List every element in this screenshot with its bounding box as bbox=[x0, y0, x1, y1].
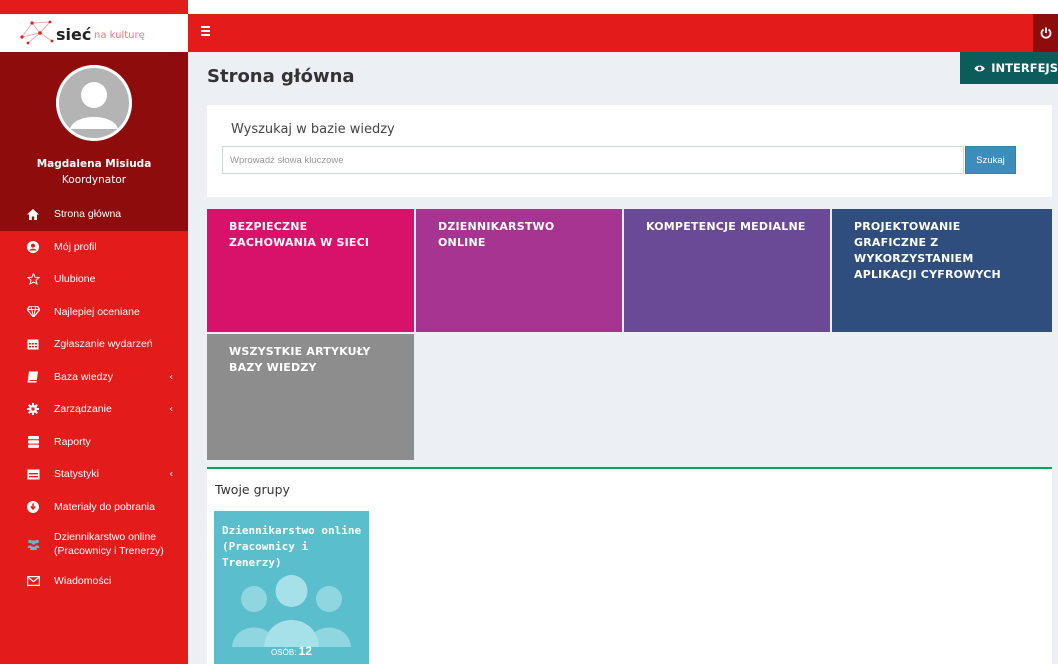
sidebar-item-label: Zarządzanie bbox=[54, 403, 112, 416]
group-users-icon bbox=[232, 575, 351, 647]
sidebar-item-label: Dziennikarstwo online (Pracownicy i Tren… bbox=[54, 530, 164, 558]
avatar[interactable] bbox=[56, 65, 132, 141]
star-icon bbox=[25, 271, 41, 287]
hamburger-icon[interactable] bbox=[201, 26, 211, 38]
sidebar-item-label-line2: (Pracownicy i Trenerzy) bbox=[54, 545, 164, 557]
search-panel: Wyszukaj w bazie wiedzy Szukaj bbox=[207, 105, 1052, 197]
database-icon bbox=[25, 434, 41, 450]
power-icon bbox=[1040, 27, 1051, 39]
eye-icon bbox=[974, 65, 985, 71]
tile-safe-behavior[interactable]: BEZPIECZNE ZACHOWANIA W SIECI bbox=[207, 209, 414, 332]
gear-icon bbox=[25, 401, 41, 417]
search-button[interactable]: Szukaj bbox=[965, 146, 1016, 174]
tile-media-competences[interactable]: KOMPETENCJE MEDIALNE bbox=[624, 209, 830, 332]
sidebar-item-label: Raporty bbox=[54, 435, 91, 448]
sidebar-item-label: Statystyki bbox=[54, 468, 99, 481]
logo-text: sieć bbox=[56, 25, 92, 44]
book-icon bbox=[25, 369, 41, 385]
sidebar-item-downloads[interactable]: Materiały do pobrania bbox=[0, 491, 188, 524]
user-avatar-icon bbox=[56, 65, 132, 141]
diamond-icon bbox=[25, 304, 41, 320]
users-icon bbox=[25, 536, 41, 552]
tile-online-journalism[interactable]: DZIENNIKARSTWO ONLINE bbox=[416, 209, 622, 332]
sidebar-item-messages[interactable]: Wiadomości bbox=[0, 565, 188, 598]
tile-graphic-design[interactable]: PROJEKTOWANIE GRAFICZNE Z WYKORZYSTANIEM… bbox=[832, 209, 1052, 332]
table-icon bbox=[25, 466, 41, 482]
sidebar-item-reports[interactable]: Raporty bbox=[0, 426, 188, 459]
main-content: Strona główna INTERFEJS Wyszukaj w bazie… bbox=[188, 52, 1058, 664]
group-name: Dziennikarstwo online (Pracownicy i Tren… bbox=[222, 524, 362, 569]
sidebar-item-label: Najlepiej oceniane bbox=[54, 305, 140, 318]
sidebar-item-label: Ulubione bbox=[54, 273, 96, 286]
search-label: Wyszukaj w bazie wiedzy bbox=[231, 122, 395, 137]
calendar-icon bbox=[25, 336, 41, 352]
sidebar-item-profile[interactable]: Mój profil bbox=[0, 231, 188, 264]
sidebar-item-events[interactable]: Zgłaszanie wydarzeń bbox=[0, 328, 188, 361]
user-name: Magdalena Misiuda bbox=[36, 158, 152, 170]
sidebar-nav: Strona główna Mój profil Ulubione Najlep… bbox=[0, 198, 188, 598]
sidebar-item-statistics[interactable]: Statystyki ‹ bbox=[0, 458, 188, 491]
home-icon bbox=[25, 206, 41, 222]
sidebar-item-knowledge-base[interactable]: Baza wiedzy ‹ bbox=[0, 361, 188, 394]
user-circle-icon bbox=[25, 239, 41, 255]
groups-title: Twoje grupy bbox=[215, 482, 290, 497]
sidebar-item-label: Mój profil bbox=[54, 240, 97, 253]
interface-button-label: INTERFEJS bbox=[991, 61, 1058, 75]
sidebar-item-label-line1: Dziennikarstwo online bbox=[54, 531, 157, 543]
logo-subtext: na kulturę bbox=[94, 30, 145, 41]
sidebar-item-label: Wiadomości bbox=[54, 575, 112, 588]
chevron-left-icon: ‹ bbox=[169, 371, 173, 383]
chevron-left-icon: ‹ bbox=[169, 403, 173, 415]
user-panel: Magdalena Misiuda Koordynator bbox=[0, 52, 188, 198]
sidebar-item-group-journalism[interactable]: Dziennikarstwo online (Pracownicy i Tren… bbox=[0, 523, 188, 565]
network-logo-icon bbox=[20, 20, 54, 45]
sidebar-item-label: Baza wiedzy bbox=[54, 370, 113, 383]
interface-button[interactable]: INTERFEJS bbox=[960, 52, 1058, 84]
logo[interactable]: sieć na kulturę bbox=[0, 14, 188, 52]
search-input[interactable] bbox=[222, 146, 964, 174]
sidebar-item-management[interactable]: Zarządzanie ‹ bbox=[0, 393, 188, 426]
sidebar-item-favorites[interactable]: Ulubione bbox=[0, 263, 188, 296]
sidebar-item-home[interactable]: Strona główna bbox=[0, 198, 188, 231]
group-count-label: OSÓB: bbox=[271, 648, 297, 657]
sidebar-item-label: Materiały do pobrania bbox=[54, 500, 155, 513]
user-role: Koordynator bbox=[61, 174, 127, 186]
app-root: sieć na kulturę Magdalena Misiuda Koordy… bbox=[0, 0, 1058, 664]
sidebar-item-top-rated[interactable]: Najlepiej oceniane bbox=[0, 296, 188, 329]
group-card[interactable]: Dziennikarstwo online (Pracownicy i Tren… bbox=[214, 511, 369, 664]
envelope-icon bbox=[25, 573, 41, 589]
page-title: Strona główna bbox=[207, 66, 355, 87]
group-member-count: OSÓB: 12 bbox=[214, 644, 369, 664]
power-button[interactable] bbox=[1033, 14, 1058, 52]
group-count-value: 12 bbox=[298, 644, 312, 658]
sidebar-item-label: Strona główna bbox=[54, 208, 122, 221]
groups-panel: Twoje grupy Dziennikarstwo online (Praco… bbox=[207, 467, 1052, 664]
topbar bbox=[188, 14, 1058, 52]
sidebar-item-label: Zgłaszanie wydarzeń bbox=[54, 338, 153, 351]
download-circle-icon bbox=[25, 499, 41, 515]
sidebar: sieć na kulturę Magdalena Misiuda Koordy… bbox=[0, 0, 188, 664]
tile-all-articles[interactable]: WSZYSTKIE ARTYKUŁY BAZY WIEDZY bbox=[207, 334, 414, 460]
chevron-left-icon: ‹ bbox=[169, 468, 173, 480]
